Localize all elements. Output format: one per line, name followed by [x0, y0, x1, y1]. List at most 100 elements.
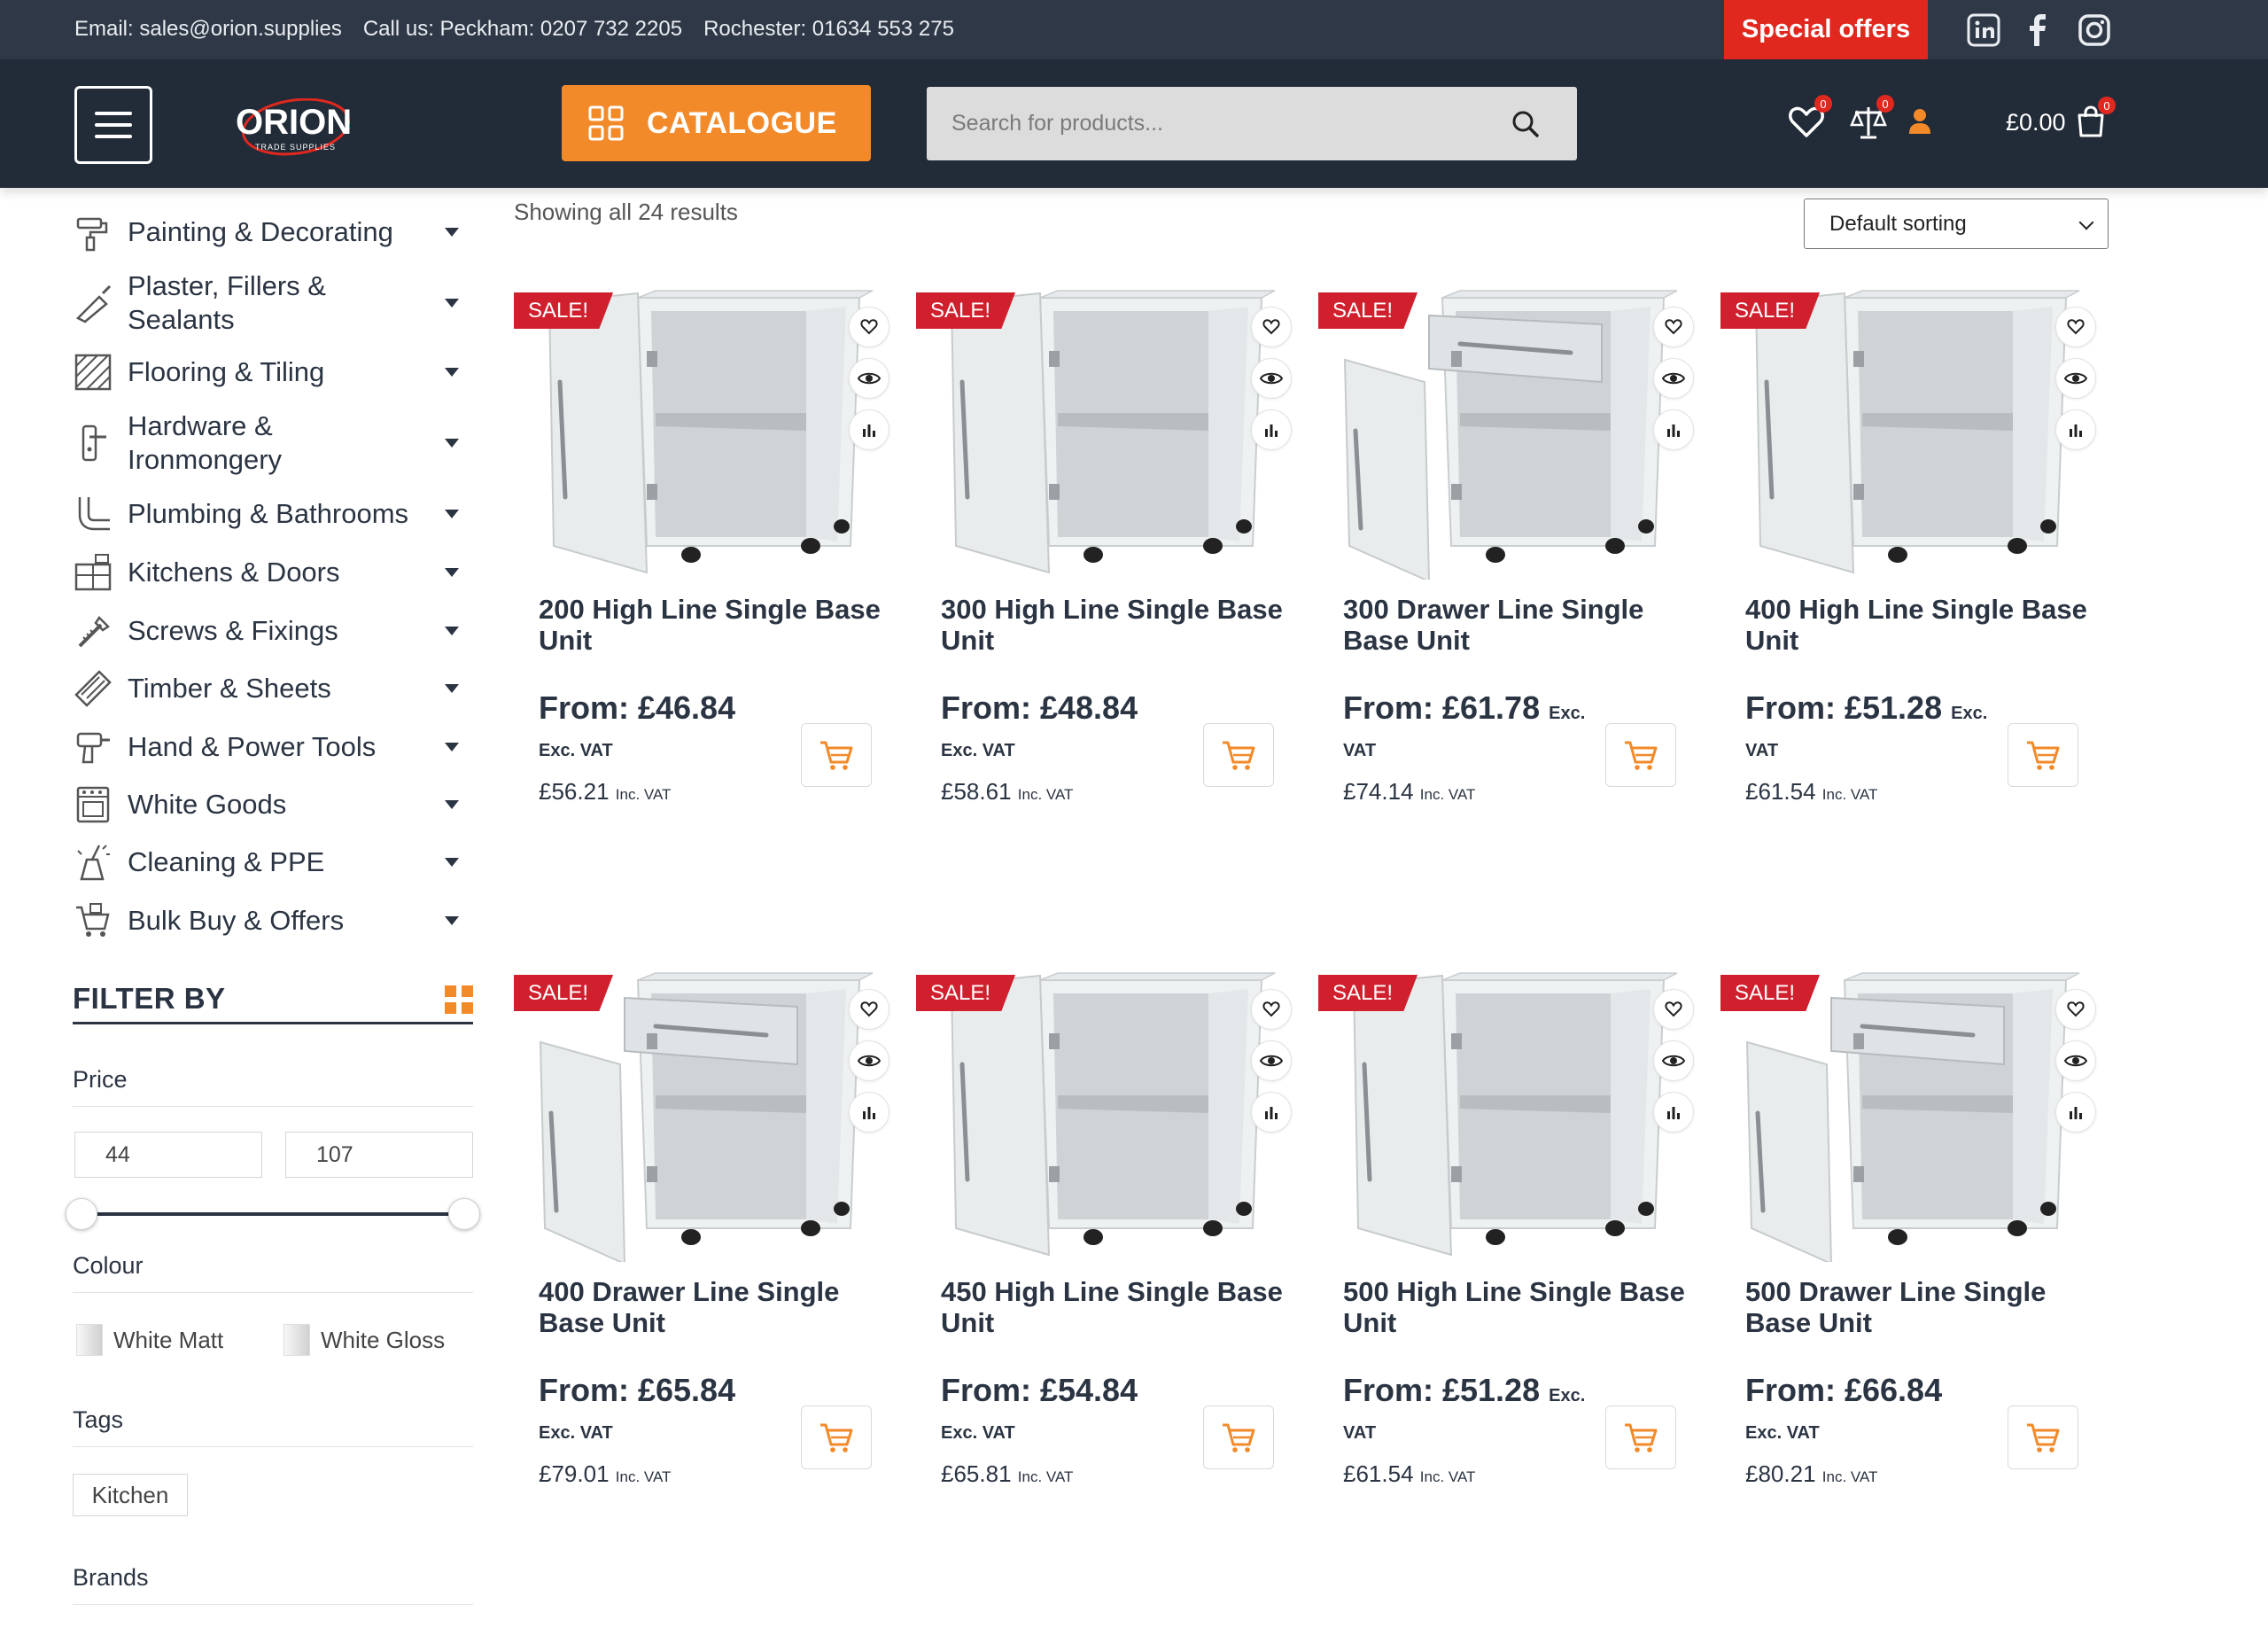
cart-total[interactable]: £0.00 — [2006, 109, 2066, 136]
caret-down-icon[interactable] — [445, 299, 459, 308]
product-card[interactable]: SALE! 400 Drawer Line Single Base Unit Fro… — [514, 874, 895, 1494]
compare-chart-icon[interactable] — [2055, 1092, 2096, 1133]
facebook-icon[interactable] — [2020, 12, 2055, 48]
product-card[interactable]: SALE! 300 High Line Single Base Unit From:… — [916, 191, 1297, 812]
category-item[interactable]: Flooring & Tiling — [73, 352, 473, 393]
email-link[interactable]: Email: sales@orion.supplies — [74, 17, 342, 42]
caret-down-icon[interactable] — [445, 439, 459, 448]
caret-down-icon[interactable] — [445, 684, 459, 693]
product-title[interactable]: 500 Drawer Line Single Base Unit — [1745, 1276, 2091, 1338]
quick-view-eye-icon[interactable] — [2055, 358, 2096, 399]
quick-view-eye-icon[interactable] — [1251, 1040, 1292, 1081]
compare-chart-icon[interactable] — [1251, 409, 1292, 450]
instagram-icon[interactable] — [2077, 12, 2112, 48]
colour-option-white-gloss[interactable]: White Gloss — [321, 1327, 445, 1354]
product-title[interactable]: 300 Drawer Line Single Base Unit — [1343, 594, 1689, 656]
product-card[interactable]: SALE! 400 High Line Single Base Unit From:… — [1720, 191, 2101, 812]
quick-view-eye-icon[interactable] — [2055, 1040, 2096, 1081]
orion-logo[interactable]: ORION TRADE SUPPLIES — [232, 97, 356, 162]
search-icon[interactable] — [1510, 108, 1542, 140]
add-to-cart-button[interactable] — [1605, 723, 1676, 787]
product-title[interactable]: 500 High Line Single Base Unit — [1343, 1276, 1689, 1338]
add-to-cart-button[interactable] — [2008, 723, 2078, 787]
category-item[interactable]: Cleaning & PPE — [73, 842, 473, 883]
price-slider-max-handle[interactable] — [448, 1198, 480, 1230]
wishlist-heart-icon[interactable] — [1653, 307, 1694, 347]
search-input[interactable] — [927, 87, 1494, 160]
add-to-cart-button[interactable] — [1203, 1406, 1274, 1469]
caret-down-icon[interactable] — [445, 627, 459, 635]
white-matt-swatch[interactable] — [76, 1324, 103, 1356]
product-image[interactable] — [514, 191, 895, 580]
caret-down-icon[interactable] — [445, 228, 459, 237]
account-icon[interactable] — [1899, 102, 1940, 143]
compare-chart-icon[interactable] — [849, 409, 889, 450]
wishlist-icon[interactable]: 0 — [1786, 95, 1832, 143]
product-card[interactable]: SALE! 200 High Line Single Base Unit From:… — [514, 191, 895, 812]
wishlist-heart-icon[interactable] — [2055, 307, 2096, 347]
product-title[interactable]: 450 High Line Single Base Unit — [941, 1276, 1286, 1338]
category-item[interactable]: Bulk Buy & Offers — [73, 900, 473, 941]
product-card[interactable]: SALE! 450 High Line Single Base Unit From:… — [916, 874, 1297, 1494]
caret-down-icon[interactable] — [445, 510, 459, 518]
cart-bag-icon[interactable]: 0 — [2073, 97, 2116, 144]
caret-down-icon[interactable] — [445, 916, 459, 925]
special-offers-button[interactable]: Special offers — [1724, 0, 1928, 59]
product-image[interactable] — [916, 191, 1297, 580]
caret-down-icon[interactable] — [445, 568, 459, 577]
category-item[interactable]: Hardware & Ironmongery — [73, 409, 473, 477]
wishlist-heart-icon[interactable] — [849, 307, 889, 347]
category-item[interactable]: Hand & Power Tools — [73, 727, 473, 767]
white-gloss-swatch[interactable] — [284, 1324, 310, 1356]
menu-button[interactable] — [74, 86, 152, 164]
price-max-input[interactable]: 107 — [285, 1132, 473, 1178]
add-to-cart-button[interactable] — [1605, 1406, 1676, 1469]
add-to-cart-button[interactable] — [801, 723, 872, 787]
compare-chart-icon[interactable] — [1653, 409, 1694, 450]
quick-view-eye-icon[interactable] — [849, 358, 889, 399]
caret-down-icon[interactable] — [445, 858, 459, 867]
product-card[interactable]: SALE! 500 Drawer Line Single Base Unit Fro… — [1720, 874, 2101, 1494]
product-title[interactable]: 300 High Line Single Base Unit — [941, 594, 1286, 656]
linkedin-icon[interactable] — [1966, 12, 2001, 48]
wishlist-heart-icon[interactable] — [849, 989, 889, 1030]
catalogue-button[interactable]: CATALOGUE — [562, 85, 871, 161]
product-image[interactable] — [1318, 191, 1699, 583]
product-image[interactable] — [1318, 874, 1699, 1262]
caret-down-icon[interactable] — [445, 368, 459, 377]
colour-option-white-matt[interactable]: White Matt — [113, 1327, 223, 1354]
product-image[interactable] — [1720, 191, 2101, 580]
category-item[interactable]: Screws & Fixings — [73, 611, 473, 651]
category-item[interactable]: Timber & Sheets — [73, 668, 473, 709]
product-card[interactable]: SALE! 500 High Line Single Base Unit From:… — [1318, 874, 1699, 1494]
compare-chart-icon[interactable] — [1251, 1092, 1292, 1133]
category-item[interactable]: Plaster, Fillers & Sealants — [73, 269, 473, 337]
product-title[interactable]: 400 High Line Single Base Unit — [1745, 594, 2091, 656]
compare-chart-icon[interactable] — [1653, 1092, 1694, 1133]
product-title[interactable]: 400 Drawer Line Single Base Unit — [539, 1276, 884, 1338]
product-image[interactable] — [514, 874, 895, 1265]
caret-down-icon[interactable] — [445, 800, 459, 809]
price-slider-min-handle[interactable] — [66, 1198, 97, 1230]
category-item[interactable]: White Goods — [73, 784, 473, 825]
wishlist-heart-icon[interactable] — [1653, 989, 1694, 1030]
add-to-cart-button[interactable] — [801, 1406, 872, 1469]
add-to-cart-button[interactable] — [1203, 723, 1274, 787]
product-image[interactable] — [1720, 874, 2101, 1265]
caret-down-icon[interactable] — [445, 743, 459, 751]
quick-view-eye-icon[interactable] — [1653, 358, 1694, 399]
category-item[interactable]: Plumbing & Bathrooms — [73, 494, 473, 534]
phone-peckham[interactable]: Call us: Peckham: 0207 732 2205 — [363, 17, 682, 42]
price-min-input[interactable]: 44 — [74, 1132, 262, 1178]
product-image[interactable] — [916, 874, 1297, 1262]
wishlist-heart-icon[interactable] — [1251, 307, 1292, 347]
quick-view-eye-icon[interactable] — [849, 1040, 889, 1081]
compare-chart-icon[interactable] — [849, 1092, 889, 1133]
product-title[interactable]: 200 High Line Single Base Unit — [539, 594, 884, 656]
wishlist-heart-icon[interactable] — [2055, 989, 2096, 1030]
phone-rochester[interactable]: Rochester: 01634 553 275 — [703, 17, 954, 42]
compare-icon[interactable]: 0 — [1848, 95, 1894, 143]
product-card[interactable]: SALE! 300 Drawer Line Single Base Unit Fro… — [1318, 191, 1699, 812]
grid-view-icon[interactable] — [445, 985, 473, 1014]
wishlist-heart-icon[interactable] — [1251, 989, 1292, 1030]
